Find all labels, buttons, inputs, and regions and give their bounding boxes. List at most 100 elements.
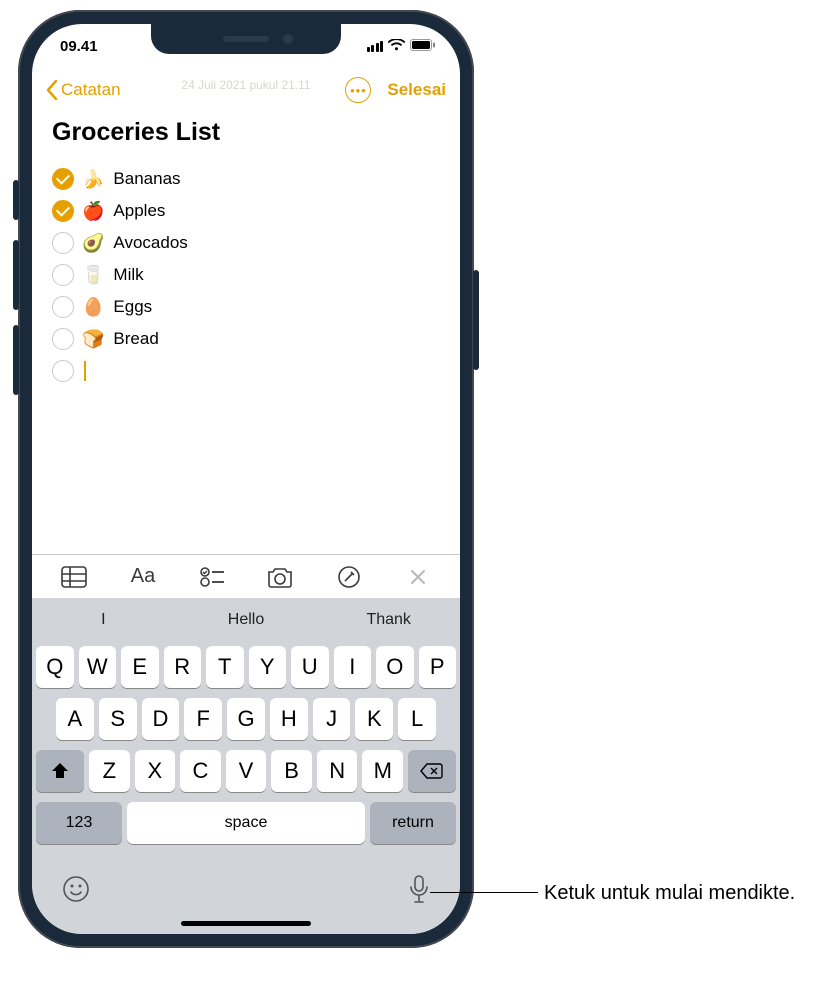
backspace-key[interactable] — [408, 750, 456, 792]
numbers-key[interactable]: 123 — [36, 802, 122, 844]
status-time: 09.41 — [60, 38, 98, 55]
close-toolbar-button[interactable] — [398, 568, 438, 586]
key-s[interactable]: S — [99, 698, 137, 740]
space-key[interactable]: space — [127, 802, 365, 844]
formatting-toolbar: Aa — [32, 554, 460, 598]
key-w[interactable]: W — [79, 646, 117, 688]
key-d[interactable]: D — [142, 698, 180, 740]
key-u[interactable]: U — [291, 646, 329, 688]
notch — [151, 24, 341, 54]
callout-leader-line — [430, 892, 538, 893]
checklist-item[interactable]: 🍎 Apples — [52, 195, 440, 227]
check-circle[interactable] — [52, 360, 74, 382]
key-v[interactable]: V — [226, 750, 267, 792]
back-label: Catatan — [61, 80, 121, 100]
key-n[interactable]: N — [317, 750, 358, 792]
check-circle[interactable] — [52, 168, 74, 190]
item-emoji: 🍞 — [82, 329, 104, 350]
done-button[interactable]: Selesai — [387, 80, 446, 100]
keyboard: I Hello Thank QWERTYUIOP ASDFGHJKL ZXCVB… — [32, 598, 460, 934]
power-button — [473, 270, 479, 370]
key-o[interactable]: O — [376, 646, 414, 688]
suggestion-3[interactable]: Thank — [317, 611, 460, 629]
key-r[interactable]: R — [164, 646, 202, 688]
key-b[interactable]: B — [271, 750, 312, 792]
table-button[interactable] — [54, 566, 94, 588]
suggestion-bar: I Hello Thank — [32, 598, 460, 642]
item-emoji: 🥚 — [82, 297, 104, 318]
key-z[interactable]: Z — [89, 750, 130, 792]
checklist-item[interactable]: 🥚 Eggs — [52, 291, 440, 323]
check-circle[interactable] — [52, 200, 74, 222]
key-t[interactable]: T — [206, 646, 244, 688]
key-k[interactable]: K — [355, 698, 393, 740]
check-circle[interactable] — [52, 264, 74, 286]
markup-button[interactable] — [329, 565, 369, 589]
note-title[interactable]: Groceries List — [52, 118, 440, 147]
note-timestamp: 24 Juli 2021 pukul 21.11 — [181, 78, 310, 92]
microphone-icon — [408, 875, 430, 905]
shift-key[interactable] — [36, 750, 84, 792]
status-right — [367, 38, 437, 55]
check-circle[interactable] — [52, 232, 74, 254]
cellular-signal-icon — [367, 41, 384, 52]
item-emoji: 🍎 — [82, 201, 104, 222]
suggestion-1[interactable]: I — [32, 611, 175, 629]
key-c[interactable]: C — [180, 750, 221, 792]
key-m[interactable]: M — [362, 750, 403, 792]
item-label: Apples — [113, 201, 165, 221]
key-f[interactable]: F — [184, 698, 222, 740]
dictation-button[interactable] — [408, 875, 430, 910]
check-circle[interactable] — [52, 328, 74, 350]
volume-up-button — [13, 240, 19, 310]
camera-button[interactable] — [260, 566, 300, 588]
backspace-icon — [420, 762, 444, 780]
checklist-item[interactable]: 🥛 Milk — [52, 259, 440, 291]
callout: Ketuk untuk mulai mendikte. — [430, 880, 795, 907]
item-label: Milk — [113, 265, 143, 285]
key-a[interactable]: A — [56, 698, 94, 740]
key-p[interactable]: P — [419, 646, 457, 688]
key-h[interactable]: H — [270, 698, 308, 740]
check-circle[interactable] — [52, 296, 74, 318]
checklist: 🍌Bananas 🍎 Apples 🥑 Avocados 🥛 Milk 🥚 Eggs 🍞Bread — [52, 163, 440, 387]
key-i[interactable]: I — [334, 646, 372, 688]
emoji-button[interactable] — [62, 875, 90, 910]
key-y[interactable]: Y — [249, 646, 287, 688]
key-j[interactable]: J — [313, 698, 351, 740]
back-button[interactable]: Catatan — [46, 80, 121, 100]
checklist-button[interactable] — [192, 566, 232, 588]
item-label: Avocados — [113, 233, 187, 253]
key-e[interactable]: E — [121, 646, 159, 688]
suggestion-2[interactable]: Hello — [175, 611, 318, 629]
key-x[interactable]: X — [135, 750, 176, 792]
emoji-icon — [62, 875, 90, 903]
text-caret — [84, 361, 86, 381]
chevron-left-icon — [46, 80, 58, 100]
checklist-item[interactable]: 🍞Bread — [52, 323, 440, 355]
key-q[interactable]: Q — [36, 646, 74, 688]
return-key[interactable]: return — [370, 802, 456, 844]
more-button[interactable]: ••• — [345, 77, 371, 103]
note-body[interactable]: Groceries List 🍌Bananas 🍎 Apples 🥑 Avocados 🥛… — [32, 112, 460, 397]
speaker — [223, 36, 269, 42]
wifi-icon — [388, 38, 405, 55]
item-emoji: 🥛 — [82, 265, 104, 286]
screen: 09.41 Catatan 24 Juli 2021 pukul 21.11 — [32, 24, 460, 934]
home-indicator[interactable] — [181, 921, 311, 926]
key-l[interactable]: L — [398, 698, 436, 740]
mute-switch — [13, 180, 19, 220]
item-label: Bananas — [113, 169, 180, 189]
checklist-item[interactable]: 🥑 Avocados — [52, 227, 440, 259]
item-label: Eggs — [113, 297, 152, 317]
key-g[interactable]: G — [227, 698, 265, 740]
shift-icon — [50, 762, 70, 780]
text-format-button[interactable]: Aa — [123, 565, 163, 588]
checklist-item-empty[interactable] — [52, 355, 440, 387]
phone-frame: 09.41 Catatan 24 Juli 2021 pukul 21.11 — [18, 10, 474, 948]
checklist-item[interactable]: 🍌Bananas — [52, 163, 440, 195]
ellipsis-icon: ••• — [350, 83, 367, 98]
item-emoji: 🥑 — [82, 233, 104, 254]
nav-bar: Catatan 24 Juli 2021 pukul 21.11 ••• Sel… — [32, 68, 460, 112]
callout-text: Ketuk untuk mulai mendikte. — [544, 880, 795, 907]
